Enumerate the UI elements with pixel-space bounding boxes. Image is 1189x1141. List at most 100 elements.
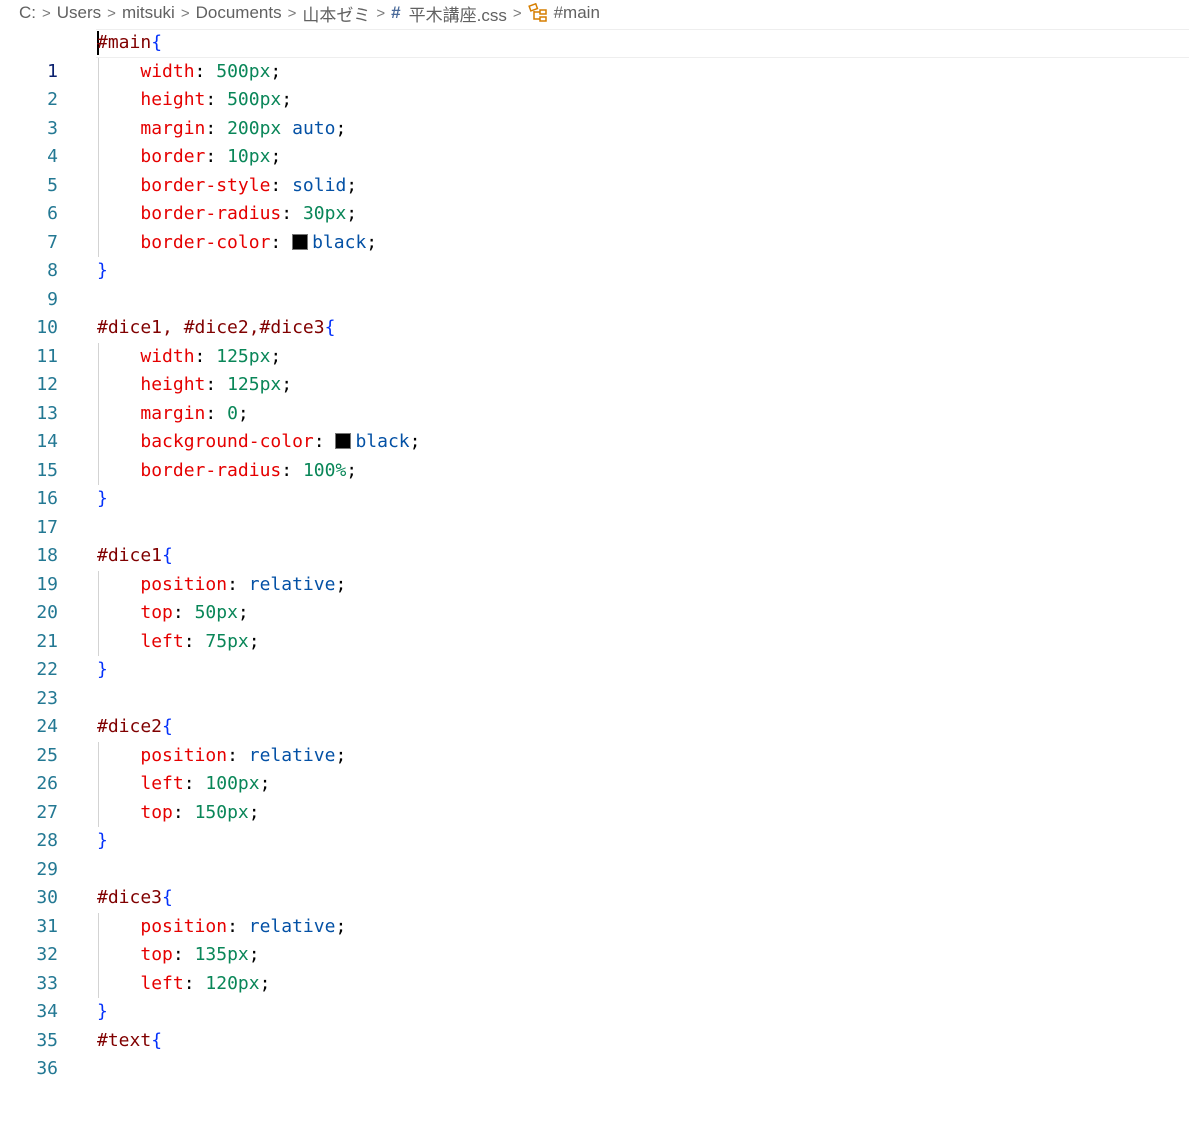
semicolon: ; [270, 345, 282, 367]
colon: : [313, 431, 336, 452]
css-selector: #text [97, 1029, 152, 1051]
code-line[interactable]: 2 width: 500px; [0, 58, 1189, 111]
code-line[interactable]: 27 left: 100px; [0, 770, 1189, 823]
css-keyword: black [355, 431, 410, 452]
code-line[interactable]: 8 border-color: black; [0, 229, 1189, 282]
css-property: border-style [140, 174, 271, 196]
code-line[interactable]: 17 } [0, 485, 1189, 538]
semicolon: ; [237, 402, 249, 424]
breadcrumb-users[interactable]: Users [57, 3, 101, 23]
breadcrumb-file[interactable]: 平木講座.css [409, 1, 507, 26]
css-file-icon: # [391, 3, 401, 22]
breadcrumb-folder[interactable]: 山本ゼミ [302, 1, 370, 26]
css-value: 500px [216, 60, 271, 82]
code-line[interactable]: 33 top: 135px; [0, 941, 1189, 994]
code-line[interactable]: 7 border-radius: 30px; [0, 200, 1189, 253]
code-line[interactable]: 29 } [0, 827, 1189, 880]
breadcrumb-documents[interactable]: Documents [196, 3, 282, 23]
css-value: 150px [194, 801, 249, 823]
close-brace: } [97, 830, 108, 851]
code-line[interactable]: 12 width: 125px; [0, 343, 1189, 396]
css-property: left [140, 972, 184, 994]
code-line[interactable]: 26 position: relative; [0, 742, 1189, 795]
code-line[interactable]: 5 border: 10px; [0, 143, 1189, 196]
code-line[interactable]: 1 #main{ [0, 29, 1189, 82]
css-selector: #main [97, 32, 152, 53]
css-value: 500px [227, 89, 282, 110]
semicolon: ; [346, 459, 358, 481]
chevron-right-icon: > [180, 4, 190, 22]
code-line[interactable]: 4 margin: 200px auto; [0, 115, 1189, 168]
code-line[interactable]: 13 height: 125px; [0, 371, 1189, 424]
css-value: 100% [302, 459, 347, 481]
color-swatch[interactable] [335, 433, 352, 449]
code-line[interactable]: 15 background-color: black; [0, 428, 1189, 481]
code-line[interactable]: 24 [0, 685, 1189, 737]
close-brace: } [97, 260, 108, 281]
css-property: border-radius [140, 459, 282, 481]
css-keyword: auto [292, 117, 336, 139]
semicolon: ; [259, 773, 271, 794]
css-keyword: relative [248, 573, 336, 595]
code-line[interactable]: 22 left: 75px; [0, 628, 1189, 681]
css-property: width [140, 345, 195, 367]
code-line[interactable]: 32 position: relative; [0, 913, 1189, 966]
semicolon: ; [346, 203, 358, 224]
line-number: 36 [36, 1058, 58, 1079]
colon: : [281, 203, 303, 224]
breadcrumb-symbol[interactable]: #main [554, 3, 600, 23]
css-property: border-radius [140, 203, 282, 224]
symbol-class-icon [527, 2, 550, 23]
code-line[interactable]: 14 margin: 0; [0, 400, 1189, 453]
code-line[interactable]: 9 } [0, 257, 1189, 310]
color-swatch[interactable] [292, 233, 309, 250]
chevron-right-icon: > [512, 4, 522, 22]
css-property: top [140, 944, 173, 965]
css-value: 100px [205, 773, 260, 794]
code-line[interactable]: 23 } [0, 656, 1189, 709]
semicolon: ; [281, 89, 293, 110]
css-value: 125px [216, 345, 271, 367]
code-line[interactable]: 10 [0, 286, 1189, 338]
chevron-right-icon: > [42, 4, 51, 22]
breadcrumb-mitsuki[interactable]: mitsuki [122, 3, 175, 23]
css-property: width [140, 60, 195, 82]
colon: : [205, 374, 228, 395]
breadcrumb-drive[interactable]: C: [19, 3, 36, 23]
open-brace: { [151, 32, 163, 53]
colon: : [227, 915, 249, 937]
code-line[interactable]: 21 top: 50px; [0, 599, 1189, 652]
code-line[interactable]: 6 border-style: solid; [0, 172, 1189, 225]
code-line[interactable]: 30 [0, 856, 1189, 908]
css-selector: #dice3 [97, 887, 163, 908]
code-line[interactable]: 28 top: 150px; [0, 799, 1189, 852]
code-line[interactable]: 36 #text{ [0, 1027, 1189, 1080]
code-line[interactable]: 3 height: 500px; [0, 86, 1189, 139]
colon: : [281, 459, 303, 481]
code-line[interactable]: 20 position: relative; [0, 571, 1189, 624]
css-keyword: relative [248, 915, 336, 937]
code-line[interactable]: 11 #dice1, #dice2,#dice3{ [0, 314, 1189, 367]
semicolon: ; [346, 174, 358, 196]
semicolon: ; [270, 146, 282, 167]
code-editor[interactable]: 1 #main{ 2 width: 500px; 3 height: 500px… [0, 29, 1189, 1079]
css-value: 120px [205, 972, 260, 994]
close-brace: } [97, 1001, 108, 1022]
code-line[interactable]: 35 } [0, 998, 1189, 1051]
code-line[interactable]: 31 #dice3{ [0, 884, 1189, 937]
code-line[interactable]: 18 [0, 514, 1189, 566]
chevron-right-icon: > [376, 4, 386, 22]
code-line[interactable]: 25 #dice2{ [0, 713, 1189, 766]
semicolon: ; [366, 231, 378, 253]
code-line[interactable]: 19 #dice1{ [0, 542, 1189, 595]
code-line[interactable]: 34 left: 120px; [0, 970, 1189, 1023]
css-keyword: solid [292, 174, 347, 196]
css-property: margin [140, 402, 206, 424]
code-line[interactable]: 16 border-radius: 100%; [0, 457, 1189, 510]
css-property: left [140, 773, 184, 794]
css-value: 0 [227, 402, 238, 424]
css-property: background-color [140, 431, 314, 452]
open-brace: { [162, 887, 173, 908]
semicolon: ; [409, 431, 421, 452]
